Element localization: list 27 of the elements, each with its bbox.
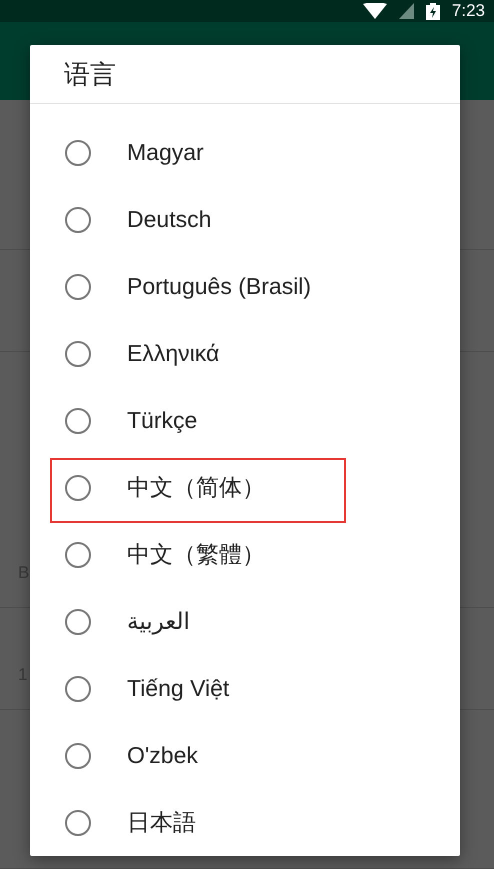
radio-button[interactable] [65, 742, 91, 768]
radio-button[interactable] [65, 274, 91, 300]
radio-button[interactable] [65, 542, 91, 568]
language-option[interactable]: Türkçe [127, 407, 198, 434]
radio-button[interactable] [65, 810, 91, 836]
radio-button[interactable] [65, 140, 91, 166]
language-option[interactable]: Ελληνικά [127, 340, 220, 367]
signal-icon [398, 3, 414, 19]
language-option[interactable]: 日本語 [127, 807, 196, 838]
radio-button[interactable] [65, 206, 91, 232]
language-option[interactable]: Português (Brasil) [127, 273, 312, 300]
radio-button[interactable] [65, 474, 91, 500]
language-option[interactable]: Tiếng Việt [127, 675, 230, 702]
language-option[interactable]: Deutsch [127, 206, 212, 233]
language-option[interactable]: العربية [127, 608, 190, 635]
wifi-icon [362, 3, 387, 19]
radio-button[interactable] [65, 340, 91, 366]
battery-icon [426, 2, 440, 20]
status-time: 7:23 [452, 1, 485, 21]
radio-button[interactable] [65, 608, 91, 634]
language-option[interactable]: 中文（繁體） [127, 539, 265, 570]
language-option[interactable]: 中文（简体） [127, 472, 265, 503]
radio-button[interactable] [65, 676, 91, 702]
radio-button[interactable] [65, 408, 91, 434]
language-option[interactable]: Magyar [127, 139, 204, 166]
dialog-title: 语言 [30, 45, 460, 104]
language-option[interactable]: O'zbek [127, 742, 198, 769]
